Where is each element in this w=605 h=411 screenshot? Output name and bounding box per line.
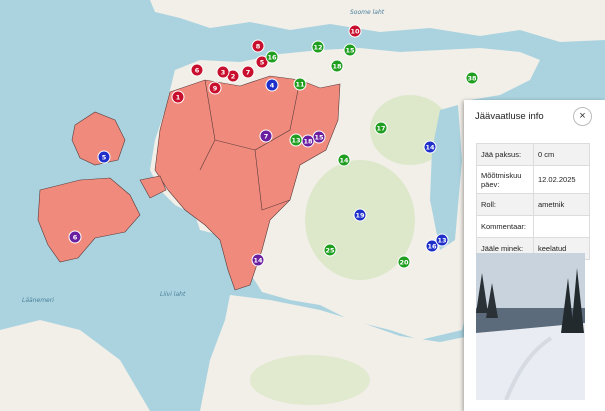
ice-info-panel: Jäävaatluse info × Jää paksus: 0 cm Mõõt… [464,100,605,411]
close-button[interactable]: × [573,107,592,126]
marker-label: 12 [313,44,322,52]
marker-label: 15 [345,47,355,55]
marker-label: 38 [467,75,477,83]
marker-label: 10 [350,28,360,36]
map-marker[interactable]: 16 [265,50,279,64]
map-marker[interactable]: 19 [353,208,367,222]
map-marker[interactable]: 38 [465,71,479,85]
marker-label: 14 [425,144,435,152]
map-marker[interactable]: 5 [97,150,111,164]
marker-label: 13 [291,137,300,145]
marker-label: 16 [267,54,277,62]
marker-label: 14 [339,157,349,165]
map-marker[interactable]: 7 [241,65,255,79]
map-marker[interactable]: 4 [265,78,279,92]
info-key: Mõõtmiskuu päev: [476,165,534,194]
marker-label: 1 [176,94,181,102]
map-marker[interactable]: 10 [348,24,362,38]
map-marker[interactable]: 8 [251,39,265,53]
map-marker[interactable]: 7 [259,129,273,143]
map-marker[interactable]: 17 [374,121,388,135]
marker-label: 18 [303,138,313,146]
marker-label: 11 [295,81,305,89]
marker-label: 9 [213,85,218,93]
info-key: Jää paksus: [476,143,534,166]
info-key: Roll: [476,193,534,216]
map-marker[interactable]: 20 [397,255,411,269]
map-marker[interactable]: 12 [311,40,325,54]
sea-label: Läänemeri [22,297,54,304]
info-row: Jää paksus: 0 cm [476,143,590,166]
map-marker[interactable]: 9 [208,81,222,95]
info-row: Kommentaar: [476,215,590,238]
map-marker[interactable]: 25 [323,243,337,257]
map-marker[interactable]: 13 [289,133,303,147]
map-marker[interactable]: 15 [343,43,357,57]
info-row: Mõõtmiskuu päev: 12.02.2025 [476,165,590,194]
marker-label: 8 [256,43,261,51]
marker-label: 15 [314,134,324,142]
map-marker[interactable]: 13 [435,233,449,247]
marker-label: 13 [437,237,446,245]
map-marker[interactable]: 14 [251,253,265,267]
map-marker[interactable]: 18 [330,59,344,73]
info-value: 12.02.2025 [533,165,590,194]
map-marker[interactable]: 14 [337,153,351,167]
info-value: ametnik [533,193,590,216]
map-marker[interactable]: 6 [190,63,204,77]
sea-label: Soome laht [350,9,385,16]
marker-label: 7 [264,133,269,141]
map-marker[interactable]: 1 [171,90,185,104]
marker-label: 17 [376,125,385,133]
marker-label: 18 [332,63,342,71]
marker-label: 4 [270,82,275,90]
info-row: Roll: ametnik [476,193,590,216]
marker-label: 5 [102,154,107,162]
observation-photo[interactable] [476,253,585,400]
marker-label: 16 [427,243,437,251]
marker-label: 25 [325,247,335,255]
photo-snow [476,323,585,400]
marker-label: 7 [246,69,251,77]
sea-label: Liivi laht [160,291,186,298]
marker-label: 2 [231,73,236,81]
map-marker[interactable]: 6 [68,230,82,244]
info-table: Jää paksus: 0 cm Mõõtmiskuu päev: 12.02.… [476,143,590,260]
map-marker[interactable]: 14 [423,140,437,154]
info-value: 0 cm [533,143,590,166]
marker-label: 6 [73,234,78,242]
marker-label: 14 [253,257,263,265]
map-marker[interactable]: 11 [293,77,307,91]
map-marker[interactable]: 15 [312,130,326,144]
marker-label: 3 [221,69,226,77]
forest-area [250,355,370,405]
map-marker[interactable]: 18 [301,134,315,148]
marker-label: 19 [355,212,365,220]
marker-label: 20 [399,259,409,267]
info-value [533,215,590,238]
panel-title: Jäävaatluse info [475,111,544,122]
info-key: Kommentaar: [476,215,534,238]
marker-label: 5 [260,59,265,67]
marker-label: 6 [195,67,200,75]
map-marker[interactable]: 3 [216,65,230,79]
